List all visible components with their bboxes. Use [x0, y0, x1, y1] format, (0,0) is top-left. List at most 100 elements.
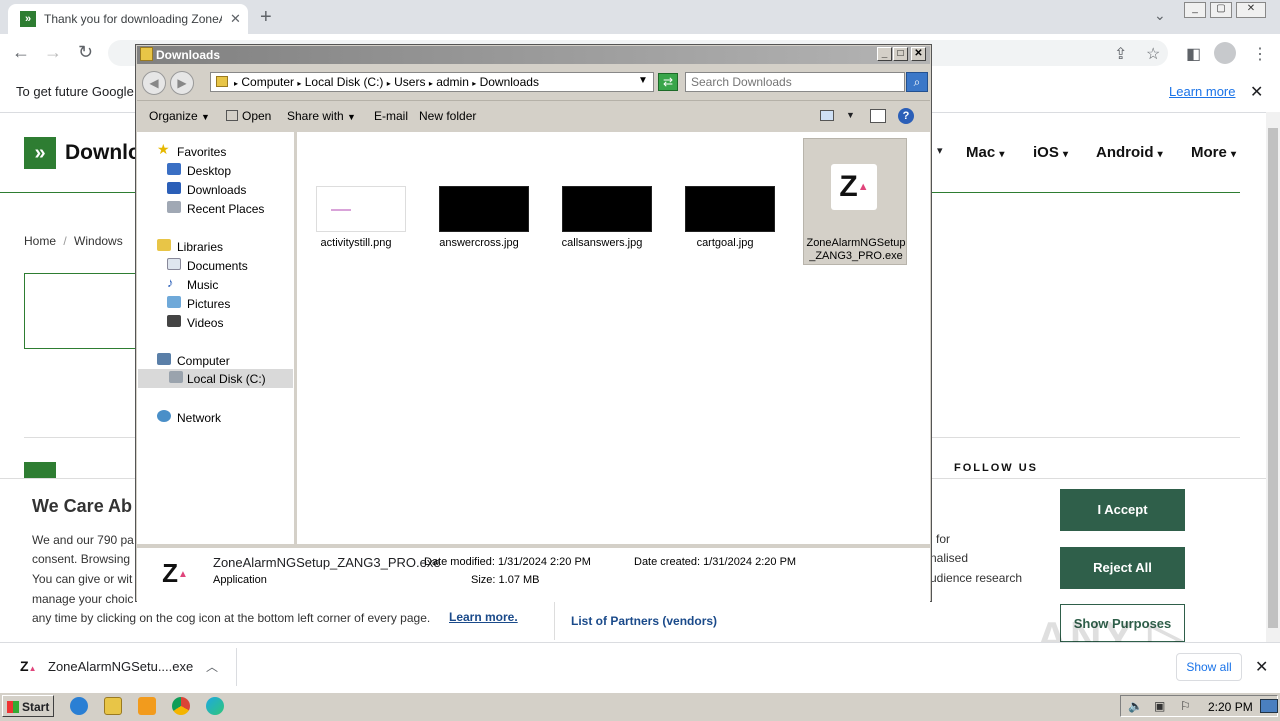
address-dropdown-icon[interactable]: ▼	[638, 75, 648, 86]
accept-cookies-button[interactable]: I Accept	[1060, 489, 1185, 531]
back-arrow-icon[interactable]: ←	[12, 42, 30, 63]
cookie-text-line: We and our 790 pa	[32, 533, 134, 547]
nav-android[interactable]: Android ▾	[1096, 144, 1163, 161]
explorer-maximize-button[interactable]: □	[893, 47, 908, 61]
help-icon[interactable]: ?	[898, 108, 914, 124]
file-name-line: ZoneAlarmNGSetup	[806, 237, 906, 249]
tab-close-icon[interactable]: ✕	[230, 11, 241, 27]
nav-ios[interactable]: iOS ▾	[1033, 144, 1068, 161]
download-item-name[interactable]: ZoneAlarmNGSetu....exe	[48, 659, 193, 674]
menu-kebab-icon[interactable]: ⋮	[1252, 44, 1268, 64]
address-segment[interactable]: admin	[436, 75, 469, 89]
back-button[interactable]: ◀	[142, 71, 166, 95]
close-shelf-icon[interactable]: ✕	[1255, 657, 1268, 677]
documents-icon	[167, 258, 181, 270]
address-segment[interactable]: Computer	[241, 75, 294, 89]
breadcrumb-windows[interactable]: Windows	[74, 234, 123, 248]
side-panel-icon[interactable]: ◧	[1186, 44, 1201, 64]
cookie-learn-more-link[interactable]: Learn more.	[449, 610, 518, 624]
nav-computer[interactable]: Computer	[155, 351, 293, 370]
drive-icon	[169, 371, 183, 383]
nav-libraries[interactable]: Libraries	[155, 237, 293, 256]
start-button[interactable]: Start	[2, 695, 54, 717]
shelf-separator	[236, 648, 237, 686]
file-item[interactable]: callsanswers.jpg	[550, 138, 654, 265]
volume-icon[interactable]: 🔈	[1128, 699, 1143, 713]
file-item[interactable]: cartgoal.jpg	[673, 138, 777, 265]
nav-music[interactable]: ♪ Music	[165, 275, 293, 294]
file-item[interactable]: activitystill.png	[304, 138, 408, 265]
chrome-icon[interactable]	[172, 697, 190, 715]
forward-arrow-icon[interactable]: →	[44, 42, 62, 63]
media-player-icon[interactable]	[138, 697, 156, 715]
file-name-line: _ZANG3_PRO.exe	[809, 250, 903, 262]
address-segment[interactable]: Downloads	[480, 75, 539, 89]
internet-explorer-icon[interactable]	[70, 697, 88, 715]
refresh-icon[interactable]: ⇄	[658, 73, 678, 91]
show-all-downloads-button[interactable]: Show all	[1176, 653, 1242, 681]
network-icon[interactable]: ▣	[1154, 699, 1165, 713]
show-desktop-icon[interactable]	[1260, 699, 1278, 713]
forward-button[interactable]: ▶	[170, 71, 194, 95]
flag-icon[interactable]: ⚐	[1180, 699, 1191, 713]
share-with-button[interactable]: Share with ▼	[287, 109, 356, 123]
nav-desktop[interactable]: Desktop	[165, 161, 293, 180]
breadcrumb-home[interactable]: Home	[24, 234, 56, 248]
explorer-title-bar[interactable]	[137, 46, 930, 64]
search-icon[interactable]: ⌕	[906, 72, 928, 92]
address-segment[interactable]: Users	[394, 75, 425, 89]
bookmark-star-icon[interactable]: ☆	[1146, 44, 1160, 64]
tab-search-chevron-icon[interactable]: ⌄	[1154, 7, 1166, 24]
close-window-button[interactable]: ✕	[1236, 2, 1266, 18]
partners-link[interactable]: List of Partners (vendors)	[571, 614, 717, 628]
browser-tab[interactable]: » Thank you for downloading ZoneAlarm ✕	[8, 4, 248, 34]
address-segment[interactable]: Local Disk (C:)	[305, 75, 384, 89]
nav-more[interactable]: More ▾	[1191, 144, 1236, 161]
nav-local-disk[interactable]: Local Disk (C:)	[138, 369, 293, 388]
nav-favorites[interactable]: ★ Favorites	[155, 141, 293, 161]
nav-network[interactable]: Network	[155, 408, 293, 427]
image-thumbnail	[316, 186, 406, 232]
download-options-chevron-icon[interactable]: ︿	[206, 658, 218, 675]
preview-pane-icon[interactable]	[870, 109, 886, 123]
organize-button[interactable]: Organize ▼	[149, 109, 210, 123]
edge-icon[interactable]	[206, 697, 224, 715]
page-scrollbar-thumb[interactable]	[1268, 128, 1278, 628]
nav-chevron-down-icon[interactable]: ▾	[937, 144, 943, 157]
explorer-folder-icon[interactable]	[104, 697, 122, 715]
folder-icon	[140, 47, 153, 61]
nav-mac-label: Mac	[966, 144, 996, 161]
explorer-minimize-button[interactable]: _	[877, 47, 892, 61]
clock[interactable]: 2:20 PM	[1208, 700, 1253, 714]
search-input[interactable]	[685, 72, 905, 92]
nav-videos[interactable]: Videos	[165, 313, 293, 332]
site-logo-icon[interactable]: »	[24, 137, 56, 169]
explorer-close-button[interactable]: ✕	[911, 47, 926, 61]
info-bar-learn-more-link[interactable]: Learn more	[1169, 84, 1235, 99]
file-item-selected[interactable]: Z▲ ZoneAlarmNGSetup _ZANG3_PRO.exe	[803, 138, 907, 265]
new-tab-button[interactable]: +	[260, 6, 272, 29]
recent-places-icon	[167, 201, 181, 213]
nav-documents[interactable]: Documents	[165, 256, 293, 275]
open-button[interactable]: Open	[226, 109, 271, 123]
share-icon[interactable]: ⇪	[1114, 44, 1127, 64]
view-options-icon[interactable]	[820, 110, 834, 121]
site-name[interactable]: Downlo	[65, 141, 141, 165]
file-item[interactable]: answercross.jpg	[427, 138, 531, 265]
cookie-text-line: any time by clicking on the cog icon at …	[32, 611, 431, 625]
profile-avatar[interactable]	[1214, 42, 1236, 64]
reload-icon[interactable]: ↻	[78, 42, 93, 63]
restore-window-button[interactable]: ▢	[1210, 2, 1232, 18]
chevron-right-icon: ▸	[297, 79, 302, 88]
email-button[interactable]: E-mail	[374, 109, 408, 123]
nav-pictures[interactable]: Pictures	[165, 294, 293, 313]
info-bar-close-icon[interactable]: ✕	[1250, 82, 1263, 102]
nav-downloads[interactable]: Downloads	[165, 180, 293, 199]
new-folder-button[interactable]: New folder	[419, 109, 476, 123]
minimize-window-button[interactable]: _	[1184, 2, 1206, 18]
nav-mac[interactable]: Mac ▾	[966, 144, 1004, 161]
nav-recent-places[interactable]: Recent Places	[165, 199, 293, 218]
modified-value: 1/31/2024 2:20 PM	[498, 556, 591, 568]
chevron-down-icon[interactable]: ▼	[846, 110, 855, 120]
reject-cookies-button[interactable]: Reject All	[1060, 547, 1185, 589]
